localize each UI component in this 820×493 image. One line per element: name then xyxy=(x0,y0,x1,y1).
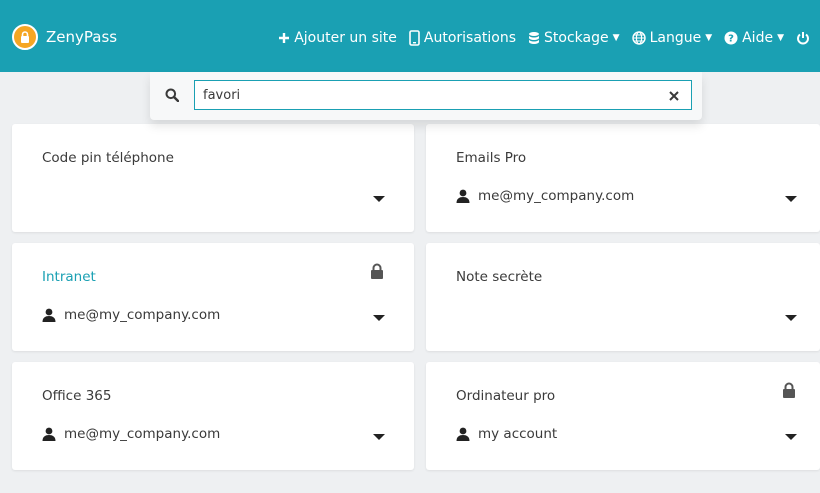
entry-title-link[interactable]: Intranet xyxy=(42,269,96,285)
entry-username-text: my account xyxy=(478,426,558,442)
user-icon xyxy=(456,427,470,441)
caret-down-icon[interactable] xyxy=(784,194,798,204)
entry-username: me@my_company.com xyxy=(456,188,634,204)
caret-down-icon[interactable] xyxy=(372,432,386,442)
caret-down-icon[interactable] xyxy=(372,313,386,323)
entry-card[interactable]: Note secrète xyxy=(426,243,820,351)
search-icon xyxy=(152,80,192,110)
entry-username: me@my_company.com xyxy=(42,426,220,442)
entry-title: Note secrète xyxy=(456,269,543,285)
entry-card[interactable]: Emails Pro me@my_company.com xyxy=(426,124,820,232)
user-icon xyxy=(42,427,56,441)
close-icon xyxy=(669,91,679,101)
entry-title: Code pin téléphone xyxy=(42,150,174,166)
user-icon xyxy=(42,308,56,322)
caret-down-icon[interactable] xyxy=(372,194,386,204)
entry-card[interactable]: Ordinateur pro my account xyxy=(426,362,820,470)
caret-down-icon[interactable] xyxy=(784,432,798,442)
lock-icon xyxy=(783,382,795,398)
entry-card[interactable]: Code pin téléphone xyxy=(12,124,414,232)
caret-down-icon[interactable] xyxy=(784,313,798,323)
clear-search-button[interactable] xyxy=(665,87,683,105)
entry-card[interactable]: Intranet me@my_company.com xyxy=(12,243,414,351)
lock-icon xyxy=(371,263,383,279)
search-bar xyxy=(150,72,702,120)
entry-username-text: me@my_company.com xyxy=(64,307,221,323)
entry-title: Emails Pro xyxy=(456,150,527,166)
entry-username-text: me@my_company.com xyxy=(478,188,635,204)
entry-card[interactable]: Office 365 me@my_company.com xyxy=(12,362,414,470)
user-icon xyxy=(456,189,470,203)
entry-title: Ordinateur pro xyxy=(456,388,556,404)
entry-username: my account xyxy=(456,426,557,442)
entry-username-text: me@my_company.com xyxy=(64,426,221,442)
entry-title: Office 365 xyxy=(42,388,112,404)
entry-username: me@my_company.com xyxy=(42,307,220,323)
search-input[interactable] xyxy=(194,80,692,110)
